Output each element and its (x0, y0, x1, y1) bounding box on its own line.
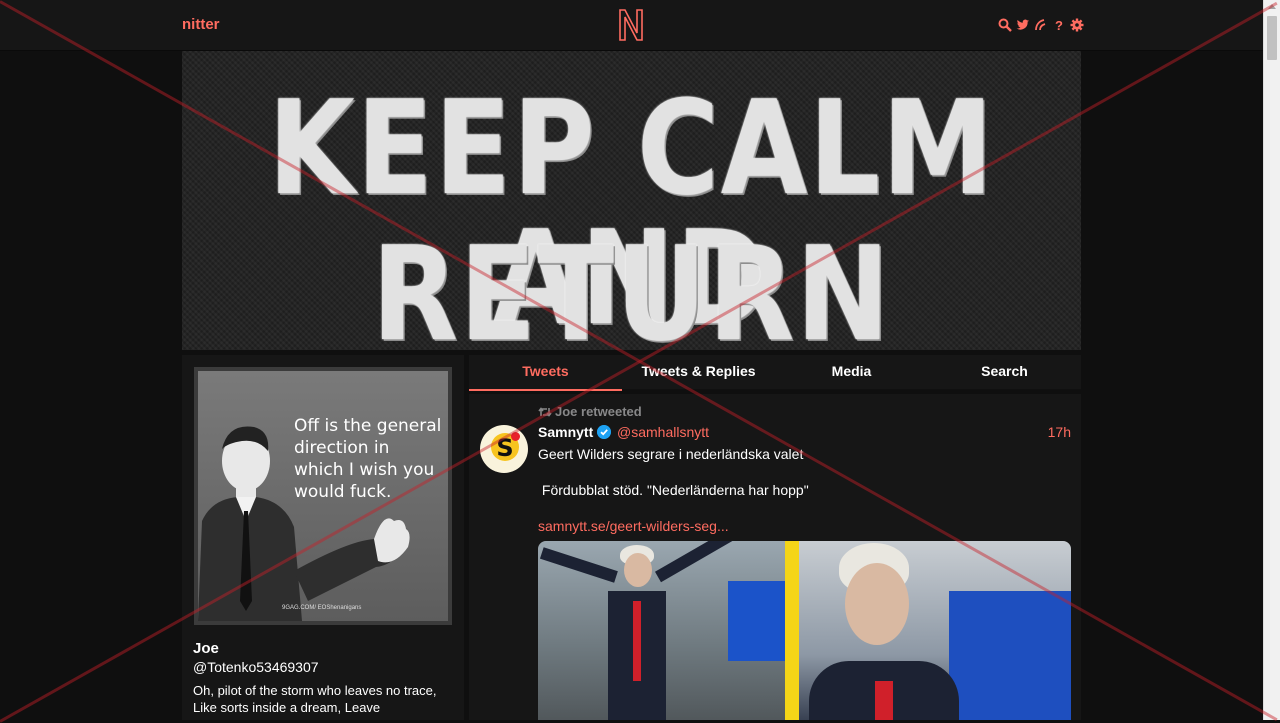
tweet-content-line-1: Geert Wilders segrare i nederländska val… (538, 446, 804, 462)
profile-bio: Oh, pilot of the storm who leaves no tra… (193, 683, 437, 715)
media-wall-screen (728, 581, 785, 661)
nav-icon-group: ? (998, 15, 1084, 35)
avatar-watermark: 9GAG.COM/ EOShenanigans (282, 605, 362, 611)
tweet-date[interactable]: 17h (1048, 424, 1071, 440)
tweet-username[interactable]: @samhallsnytt (617, 424, 709, 440)
nitter-logo-icon[interactable] (617, 7, 645, 43)
media-left-photo (538, 541, 785, 720)
profile-avatar[interactable]: Off is the general direction in which I … (194, 367, 452, 625)
top-navbar: nitter ? (0, 0, 1264, 51)
media-person-head (624, 553, 652, 587)
media-person-tie-2 (875, 681, 893, 720)
banner-text-line-2: RETURN FIRE (371, 218, 892, 350)
media-person-right-arm (655, 541, 748, 583)
media-right-photo (799, 541, 1071, 720)
timeline-tabs: Tweets Tweets & Replies Media Search (469, 355, 1081, 391)
media-person-tie (633, 601, 641, 681)
help-icon[interactable]: ? (1052, 17, 1066, 33)
media-divider-stripe (785, 541, 799, 720)
avatar-image: Off is the general direction in which I … (198, 371, 448, 621)
profile-banner[interactable]: KEEP CALM AND RETURN FIRE (182, 51, 1081, 350)
verified-badge-icon (597, 425, 611, 439)
tweet-fullname[interactable]: Samnytt (538, 424, 593, 440)
tweet-media-image[interactable] (538, 541, 1071, 720)
page-scrollbar[interactable] (1263, 0, 1280, 720)
profile-fullname[interactable]: Joe (193, 640, 219, 657)
media-results-screen (949, 591, 1071, 720)
rss-icon[interactable] (1034, 17, 1048, 33)
scroll-thumb[interactable] (1267, 16, 1277, 60)
twitter-icon[interactable] (1016, 17, 1030, 33)
settings-icon[interactable] (1070, 17, 1084, 33)
retweet-header-text: Joe retweeted (555, 404, 642, 419)
tweet-link[interactable]: samnytt.se/geert-wilders-seg... (538, 518, 729, 534)
tab-media[interactable]: Media (775, 355, 928, 389)
brand-link[interactable]: nitter (182, 16, 220, 33)
media-person-left-arm (539, 547, 618, 583)
tab-search[interactable]: Search (928, 355, 1081, 389)
avatar-caption: Off is the general direction in which I … (294, 416, 442, 502)
tweet-content-line-2: Fördubblat stöd. "Nederländerna har hopp… (538, 482, 809, 498)
profile-username[interactable]: @Totenko53469307 (193, 659, 319, 675)
search-icon[interactable] (998, 17, 1012, 33)
media-person-head-2 (845, 563, 909, 645)
